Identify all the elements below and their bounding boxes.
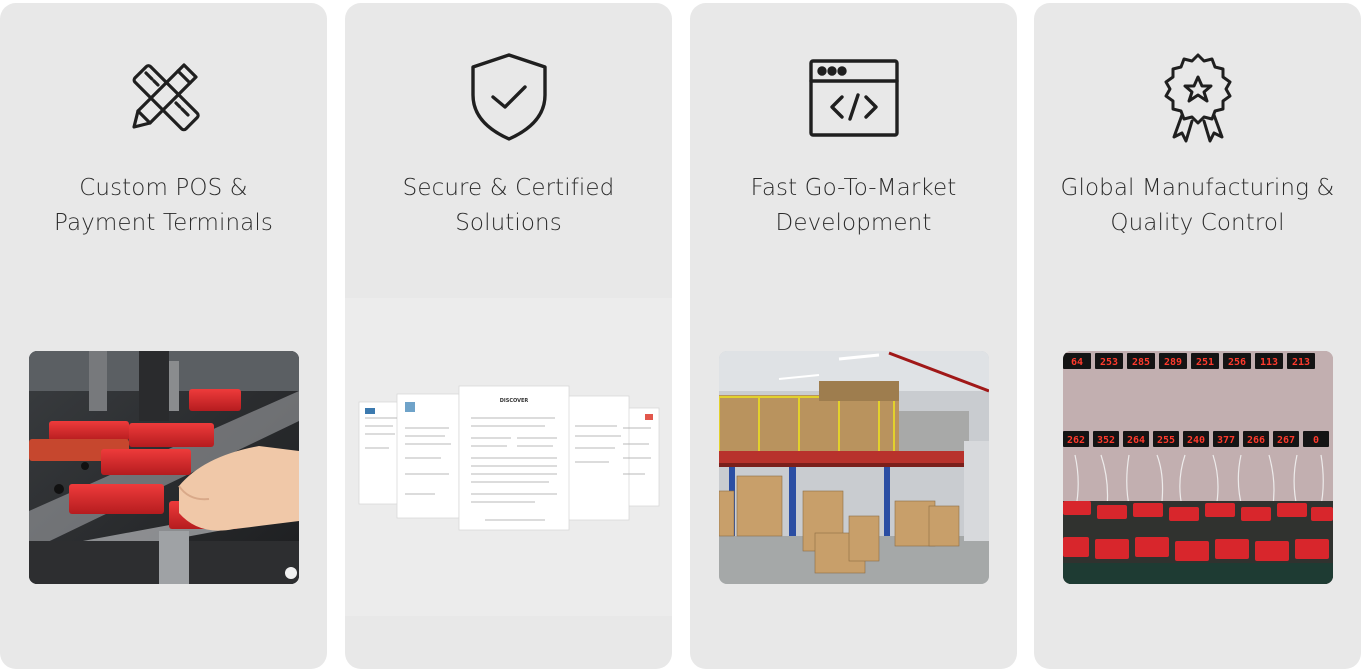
led-counter-value: 352 (1097, 435, 1115, 446)
title-line-2: Quality Control (1110, 210, 1285, 236)
pencil-ruler-icon (0, 51, 327, 143)
feature-card-title: Fast Go-To-Market Development (700, 171, 1007, 241)
title-line-1: Global Manufacturing & (1060, 175, 1335, 201)
led-counter-value: 289 (1164, 357, 1182, 368)
title-line-1: Fast Go-To-Market (750, 175, 957, 201)
led-counter-value: 285 (1132, 357, 1150, 368)
led-counter-value: 267 (1277, 435, 1295, 446)
award-badge-icon (1034, 51, 1361, 143)
led-counter-value: 264 (1127, 435, 1145, 446)
led-counter-value: 255 (1157, 435, 1175, 446)
feature-cards-row: Custom POS & Payment Terminals Secure & … (0, 0, 1363, 672)
led-counter-value: 0 (1313, 435, 1319, 446)
led-counter-value: 262 (1067, 435, 1085, 446)
led-counter-value: 113 (1260, 357, 1278, 368)
feature-card-custom-pos[interactable]: Custom POS & Payment Terminals (0, 3, 327, 669)
led-counter-value: 266 (1247, 435, 1265, 446)
shield-check-icon (345, 51, 672, 143)
doc-header-label: DISCOVER (500, 398, 529, 404)
pos-assembly-photo (29, 351, 299, 584)
feature-card-title: Secure & Certified Solutions (355, 171, 662, 241)
led-counter-value: 377 (1217, 435, 1235, 446)
led-counter-value: 256 (1228, 357, 1246, 368)
browser-code-icon (690, 51, 1017, 143)
led-counter-value: 64 (1071, 357, 1083, 368)
led-counter-value: 213 (1292, 357, 1310, 368)
title-line-1: Custom POS & (79, 175, 248, 201)
quality-testing-photo: 64 253 285 289 251 256 113 213 262 352 264 255 240 3… (1063, 351, 1333, 584)
feature-card-global-manufacturing[interactable]: Global Manufacturing & Quality Control 6… (1034, 3, 1361, 669)
feature-card-fast-go-to-market[interactable]: Fast Go-To-Market Development (690, 3, 1017, 669)
led-counter-value: 251 (1196, 357, 1214, 368)
title-line-2: Payment Terminals (54, 210, 273, 236)
led-counter-value: 253 (1100, 357, 1118, 368)
warehouse-photo (719, 351, 989, 584)
feature-card-title: Global Manufacturing & Quality Control (1044, 171, 1351, 241)
led-counter-value: 240 (1187, 435, 1205, 446)
certification-documents: DISCOVER (345, 298, 672, 616)
title-line-1: Secure & Certified (402, 175, 615, 201)
title-line-2: Development (775, 210, 932, 236)
feature-card-secure-certified[interactable]: Secure & Certified Solutions DISCOVER (345, 3, 672, 669)
feature-card-title: Custom POS & Payment Terminals (10, 171, 317, 241)
title-line-2: Solutions (455, 210, 562, 236)
